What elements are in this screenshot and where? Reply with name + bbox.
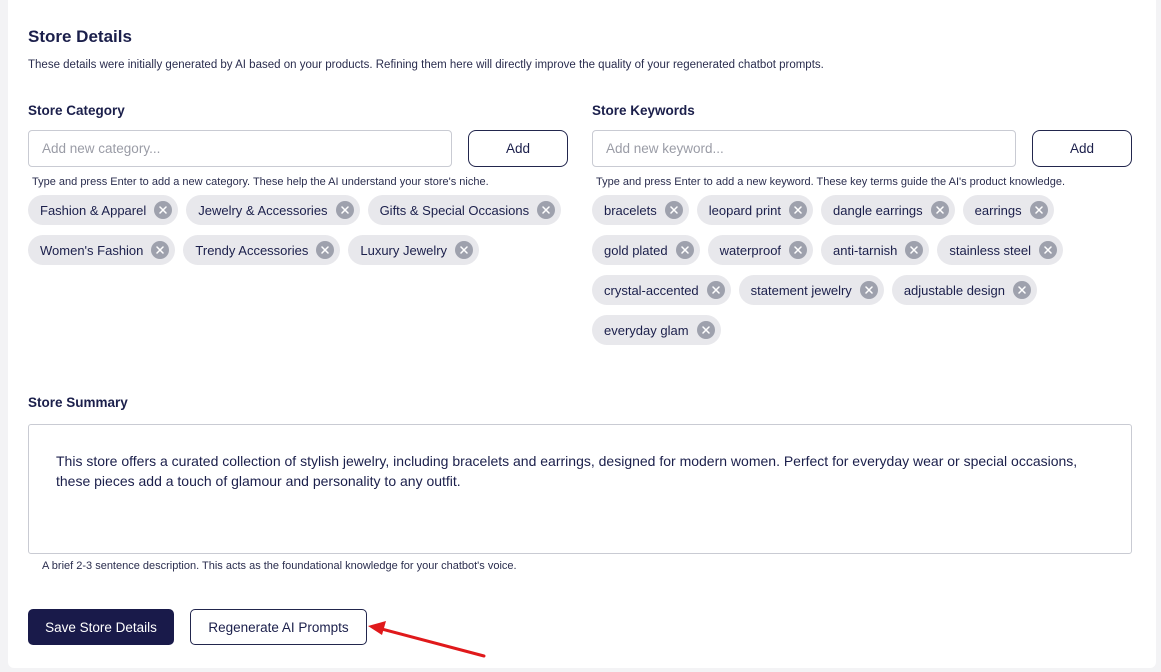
page-title: Store Details [28,27,132,46]
category-tag-list: Fashion & Apparel Jewelry & Accessories Gi… [28,195,568,265]
tag-chip: anti-tarnish [821,235,930,265]
tag-chip: earrings [962,195,1054,225]
close-circle-icon[interactable] [859,281,878,299]
close-circle-icon[interactable] [335,201,354,219]
tag-label: waterproof [719,242,782,258]
store-summary-label: Store Summary [28,395,128,410]
save-store-details-button[interactable]: Save Store Details [28,609,174,645]
keyword-input-row: Add [592,130,1132,167]
tag-chip: Jewelry & Accessories [186,195,360,225]
tag-label: leopard print [708,202,782,218]
tag-chip: everyday glam [592,315,721,345]
store-keywords-section: Store Keywords Add Type and press Enter … [592,102,1132,345]
tag-label: statement jewelry [750,282,852,298]
tag-label: Luxury Jewelry [360,242,448,258]
keyword-tag-list: bracelets leopard print dangle earrings ear… [592,195,1132,345]
page-subtitle: These details were initially generated b… [28,59,824,71]
tag-label: dangle earrings [833,202,923,218]
close-circle-icon[interactable] [455,241,474,259]
close-circle-icon[interactable] [905,241,924,259]
tag-label: everyday glam [604,322,689,338]
tag-chip: gold plated [592,235,700,265]
tag-chip: stainless steel [937,235,1064,265]
close-circle-icon[interactable] [316,241,335,259]
store-keywords-label: Store Keywords [592,103,695,118]
red-arrow-icon [368,621,486,658]
category-hint: Type and press Enter to add a new catego… [32,176,489,188]
tag-label: earrings [974,202,1022,218]
close-circle-icon[interactable] [1029,201,1048,219]
close-circle-icon[interactable] [1039,241,1058,259]
store-category-label: Store Category [28,103,125,118]
tag-chip: Women's Fashion [28,235,176,265]
tag-chip: dangle earrings [821,195,955,225]
tag-label: crystal-accented [604,282,699,298]
store-summary-hint: A brief 2-3 sentence description. This a… [42,560,517,572]
close-circle-icon[interactable] [151,241,170,259]
tag-label: Jewelry & Accessories [198,202,328,218]
store-summary-textarea[interactable]: This store offers a curated collection o… [28,424,1132,554]
tag-chip: waterproof [707,235,814,265]
category-input-row: Add [28,130,568,167]
close-circle-icon[interactable] [675,241,694,259]
tag-chip: crystal-accented [592,275,731,305]
category-input[interactable] [28,130,452,167]
add-keyword-button[interactable]: Add [1032,130,1132,167]
close-circle-icon[interactable] [696,321,715,339]
tag-chip: Trendy Accessories [183,235,341,265]
tag-chip: bracelets [592,195,689,225]
tag-label: Fashion & Apparel [40,202,147,218]
close-circle-icon[interactable] [789,201,808,219]
store-category-section: Store Category Add Type and press Enter … [28,102,568,265]
close-circle-icon[interactable] [706,281,725,299]
tag-label: Women's Fashion [40,242,144,258]
add-category-button[interactable]: Add [468,130,568,167]
keyword-hint: Type and press Enter to add a new keywor… [596,176,1066,188]
regenerate-ai-prompts-button[interactable]: Regenerate AI Prompts [190,609,367,645]
tag-label: anti-tarnish [833,242,898,258]
tag-chip: adjustable design [891,275,1038,305]
close-circle-icon[interactable] [789,241,808,259]
close-circle-icon[interactable] [154,201,173,219]
tag-chip: Gifts & Special Occasions [367,195,562,225]
tag-label: gold plated [604,242,668,258]
keyword-input[interactable] [592,130,1016,167]
tag-label: bracelets [604,202,657,218]
tag-chip: Fashion & Apparel [28,195,179,225]
close-circle-icon[interactable] [930,201,949,219]
close-circle-icon[interactable] [1013,281,1032,299]
close-circle-icon[interactable] [537,201,556,219]
tag-chip: statement jewelry [738,275,884,305]
store-details-card: Store Details These details were initial… [8,0,1156,668]
tag-label: Gifts & Special Occasions [379,202,530,218]
close-circle-icon[interactable] [664,201,683,219]
tag-label: stainless steel [949,242,1032,258]
tag-label: adjustable design [903,282,1006,298]
tag-chip: Luxury Jewelry [348,235,480,265]
tag-chip: leopard print [696,195,814,225]
tag-label: Trendy Accessories [195,242,309,258]
